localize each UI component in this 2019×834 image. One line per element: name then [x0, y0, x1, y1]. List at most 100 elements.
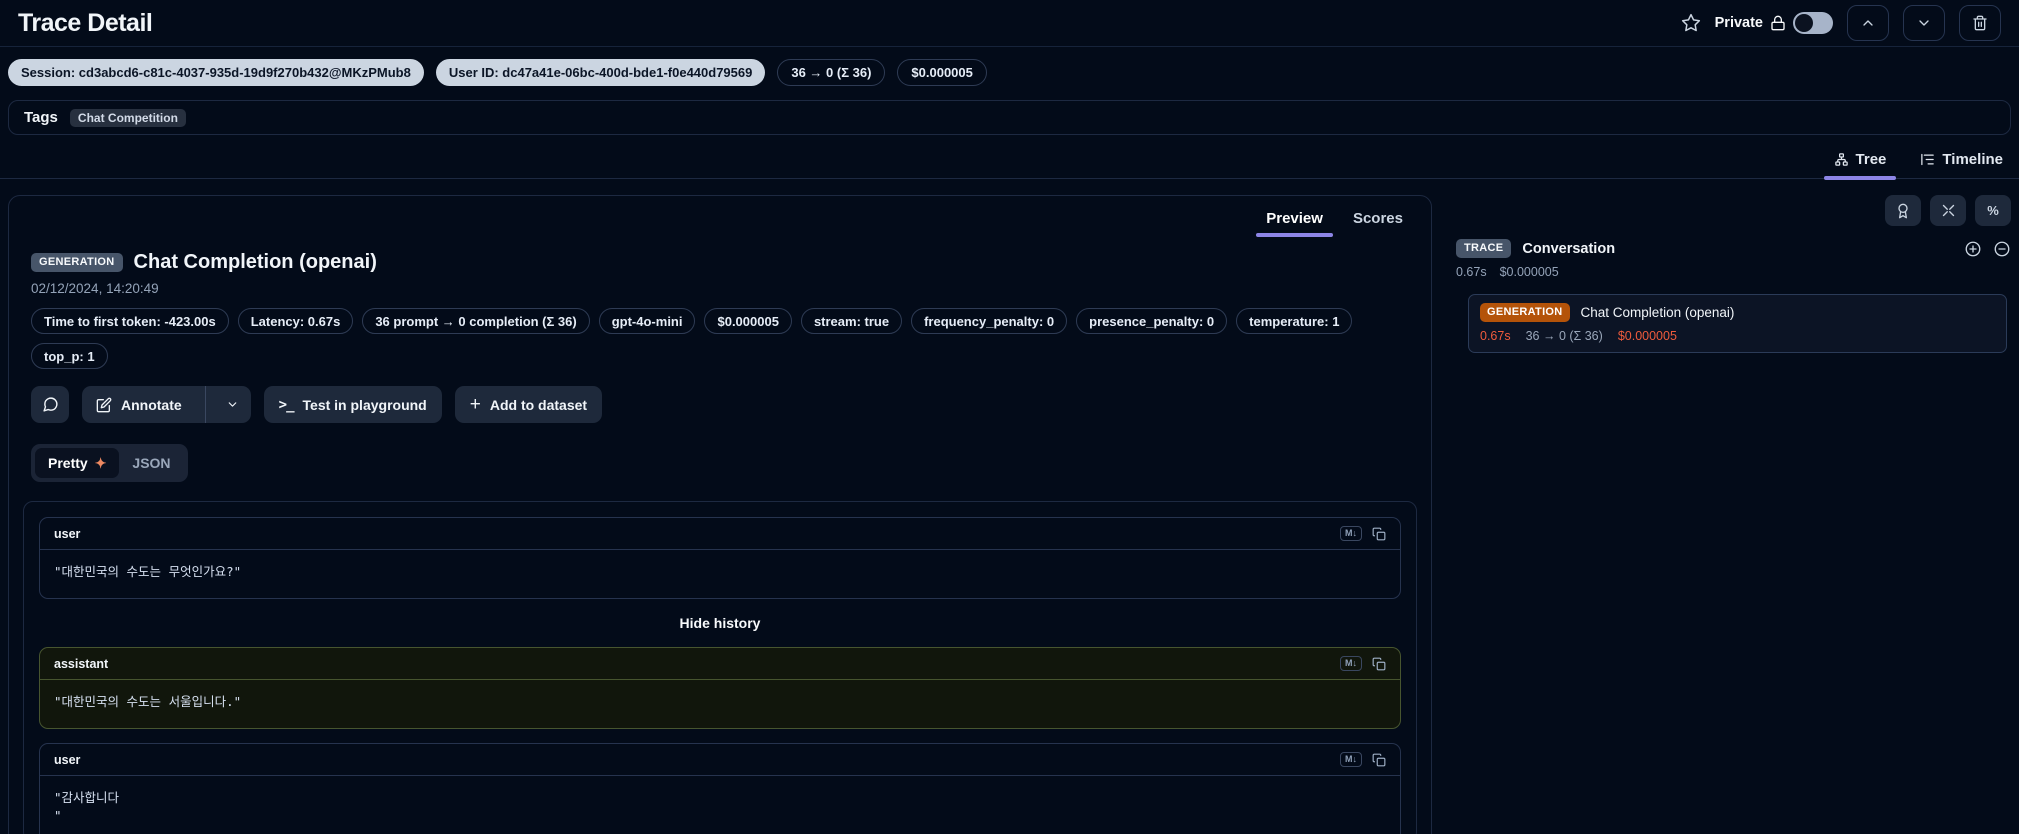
cost-badge: $0.000005: [897, 59, 987, 86]
observation-type-badge: GENERATION: [31, 253, 123, 272]
add-to-dataset-button[interactable]: + Add to dataset: [454, 386, 603, 423]
annotate-button-main[interactable]: Annotate: [82, 386, 196, 423]
observation-title: Chat Completion (openai): [133, 251, 377, 273]
trace-tree-sidebar: % TRACE Conversation 0.67s $0.000005 GEN…: [1442, 195, 2011, 353]
sidebar-toolbar: %: [1442, 195, 2011, 226]
sparkles-icon: ✦: [94, 455, 107, 471]
percent-icon: %: [1987, 203, 1999, 218]
messages-container: user M↓ "대한민국의 수도는 무엇인가요?" Hide history: [23, 501, 1417, 834]
generation-cost: $0.000005: [1617, 329, 1677, 343]
copy-button[interactable]: [1372, 753, 1386, 767]
annotate-dropdown[interactable]: [215, 386, 251, 423]
observation-timestamp: 02/12/2024, 14:20:49: [31, 281, 159, 296]
message-user-2: user M↓ "감사합니다 ": [39, 743, 1401, 834]
collapse-icon: [1941, 203, 1956, 218]
trace-latency: 0.67s: [1456, 265, 1487, 279]
message-content: "대한민국의 수도는 무엇인가요?": [54, 564, 242, 579]
copy-button[interactable]: [1372, 657, 1386, 671]
tree-icon: [1834, 152, 1849, 167]
tab-tree-label: Tree: [1855, 151, 1887, 168]
markdown-toggle-icon[interactable]: M↓: [1340, 752, 1362, 768]
next-trace-button[interactable]: [1903, 5, 1945, 41]
copy-icon: [1372, 527, 1386, 541]
observation-header: GENERATION Chat Completion (openai) 02/1…: [9, 237, 1431, 296]
lock-icon: [1770, 15, 1786, 31]
panel-tabs: Preview Scores: [9, 196, 1431, 237]
json-toggle[interactable]: JSON: [119, 448, 183, 478]
star-icon: [1681, 13, 1701, 33]
trace-cost: $0.000005: [1499, 265, 1559, 279]
bookmark-star-button[interactable]: [1681, 13, 1701, 33]
message-header: user M↓: [40, 518, 1400, 550]
markdown-toggle-icon[interactable]: M↓: [1340, 656, 1362, 672]
collapse-node-button[interactable]: [1993, 240, 2011, 258]
view-tabs: Tree Timeline: [0, 135, 2019, 180]
tab-scores[interactable]: Scores: [1351, 206, 1405, 237]
previous-trace-button[interactable]: [1847, 5, 1889, 41]
copy-button[interactable]: [1372, 527, 1386, 541]
generation-latency: 0.67s: [1480, 329, 1511, 343]
user-id-badge[interactable]: User ID: dc47a41e-06bc-400d-bde1-f0e440d…: [435, 59, 766, 86]
minus-circle-icon: [1993, 240, 2011, 258]
scores-award-button[interactable]: [1885, 195, 1921, 226]
plus-icon: +: [469, 394, 481, 415]
message-role: assistant: [54, 656, 109, 671]
hide-history-button[interactable]: Hide history: [39, 613, 1401, 633]
tab-timeline-label: Timeline: [1942, 151, 2003, 168]
format-toggle-row: Pretty ✦ JSON: [9, 423, 1431, 482]
metric-badge: presence_penalty: 0: [1076, 308, 1228, 334]
collapse-all-button[interactable]: [1930, 195, 1966, 226]
metric-badge: $0.000005: [704, 308, 792, 334]
message-header: assistant M↓: [40, 648, 1400, 681]
edit-pen-icon: [96, 397, 112, 413]
metric-badge: top_p: 1: [31, 343, 108, 369]
tab-tree[interactable]: Tree: [1823, 143, 1897, 180]
tab-preview[interactable]: Preview: [1256, 206, 1333, 237]
generation-node-card[interactable]: GENERATION Chat Completion (openai) 0.67…: [1468, 294, 2007, 353]
privacy-toggle[interactable]: [1793, 12, 1833, 34]
session-badge[interactable]: Session: cd3abcd6-c81c-4037-935d-19d9f27…: [8, 59, 424, 86]
token-usage-badge: 36 → 0 (Σ 36): [777, 59, 886, 86]
comment-icon: [42, 396, 59, 413]
expand-all-button[interactable]: [1964, 240, 1982, 258]
generation-tokens: 36 → 0 (Σ 36): [1525, 329, 1603, 343]
chevron-up-icon: [1860, 15, 1876, 31]
metric-badge: gpt-4o-mini: [598, 308, 696, 334]
trash-icon: [1972, 15, 1988, 31]
message-content: "대한민국의 수도는 서울입니다.": [54, 694, 242, 710]
test-in-playground-button[interactable]: >_ Test in playground: [263, 386, 442, 423]
message-header: user M↓: [40, 744, 1400, 777]
observation-badges-row-2: top_p: 1: [9, 334, 1431, 369]
privacy-control: Private: [1715, 12, 1833, 34]
metric-badge: frequency_penalty: 0: [911, 308, 1068, 334]
chevron-down-icon: [226, 398, 239, 411]
comment-button[interactable]: [31, 386, 69, 423]
privacy-label: Private: [1714, 15, 1763, 31]
tab-timeline[interactable]: Timeline: [1916, 143, 2007, 178]
message-role: user: [54, 526, 81, 541]
message-assistant: assistant M↓ "대한민국의 수도는 서울입니다.": [39, 647, 1401, 730]
header-actions: Private: [1681, 5, 2001, 41]
generation-type-badge: GENERATION: [1480, 303, 1570, 322]
message-user-1: user M↓ "대한민국의 수도는 무엇인가요?": [39, 517, 1401, 600]
metrics-percent-button[interactable]: %: [1975, 195, 2011, 226]
page-title: Trace Detail: [18, 8, 153, 37]
markdown-toggle-icon[interactable]: M↓: [1340, 526, 1362, 541]
tag-chip[interactable]: Chat Competition: [69, 108, 186, 127]
tags-container[interactable]: Tags Chat Competition: [8, 100, 2011, 135]
trace-node-row[interactable]: TRACE Conversation: [1442, 239, 2011, 258]
format-toggle: Pretty ✦ JSON: [31, 444, 188, 482]
generation-node-title: Chat Completion (openai): [1580, 305, 1735, 320]
pretty-label: Pretty: [48, 455, 88, 471]
annotate-button[interactable]: Annotate: [82, 386, 251, 423]
message-content: "감사합니다 ": [54, 790, 120, 824]
award-icon: [1895, 203, 1911, 219]
copy-icon: [1372, 753, 1386, 767]
copy-icon: [1372, 657, 1386, 671]
pretty-toggle[interactable]: Pretty ✦: [35, 448, 120, 478]
metric-badge: Latency: 0.67s: [237, 308, 354, 334]
trace-type-badge: TRACE: [1456, 239, 1512, 258]
metric-badge: Time to first token: -423.00s: [31, 308, 229, 334]
delete-trace-button[interactable]: [1959, 5, 2001, 41]
tags-label: Tags: [24, 109, 58, 126]
